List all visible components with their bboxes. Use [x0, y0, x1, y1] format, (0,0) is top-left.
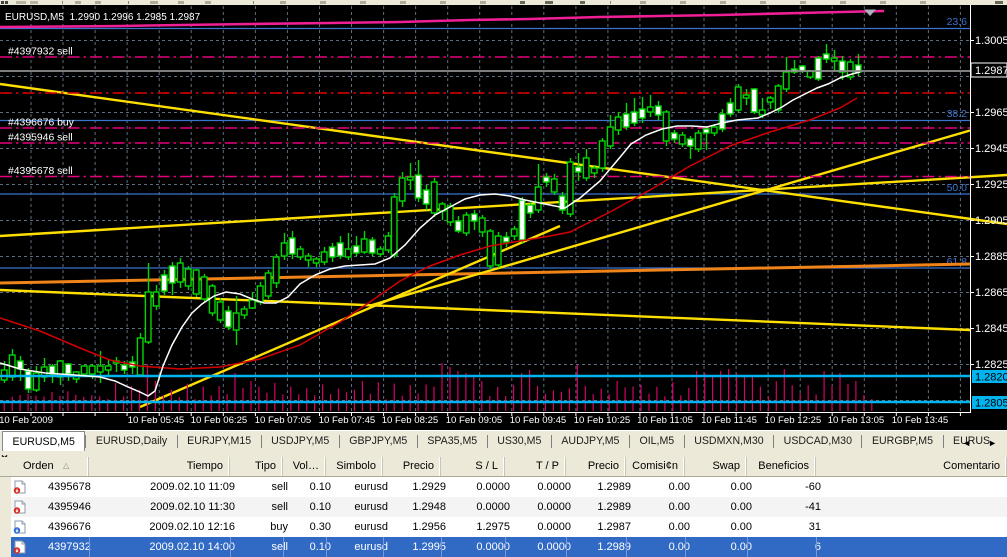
svg-text:1.3005: 1.3005 — [975, 35, 1007, 47]
svg-text:10 Feb 05:45: 10 Feb 05:45 — [128, 415, 185, 426]
svg-text:10 Feb 10:25: 10 Feb 10:25 — [574, 415, 631, 426]
svg-text:#4397932 sell: #4397932 sell — [8, 47, 73, 58]
svg-text:61.8: 61.8 — [947, 256, 968, 268]
svg-text:1.2905: 1.2905 — [975, 215, 1007, 227]
svg-text:10 Feb 11:45: 10 Feb 11:45 — [701, 415, 757, 426]
svg-text:1.2805: 1.2805 — [975, 398, 1007, 410]
svg-text:10 Feb 07:05: 10 Feb 07:05 — [255, 415, 312, 426]
svg-text:EURUSD,M5 1.2990 1.2996 1.298: EURUSD,M5 1.2990 1.2996 1.2985 1.2987 — [5, 12, 201, 23]
svg-text:1.2945: 1.2945 — [975, 143, 1007, 155]
svg-text:50.0: 50.0 — [947, 182, 968, 194]
svg-text:#4395678 sell: #4395678 sell — [8, 166, 73, 177]
svg-text:1.2825: 1.2825 — [975, 359, 1007, 371]
svg-text:10 Feb 12:25: 10 Feb 12:25 — [765, 415, 822, 426]
svg-text:10 Feb 2009: 10 Feb 2009 — [0, 415, 53, 426]
svg-text:10 Feb 06:25: 10 Feb 06:25 — [191, 415, 248, 426]
svg-text:10 Feb 11:05: 10 Feb 11:05 — [637, 415, 693, 426]
svg-text:1.2885: 1.2885 — [975, 251, 1007, 263]
svg-text:1.2865: 1.2865 — [975, 287, 1007, 299]
svg-text:1.2925: 1.2925 — [975, 179, 1007, 191]
svg-text:23.6: 23.6 — [947, 16, 968, 28]
svg-text:38.2: 38.2 — [947, 108, 968, 120]
svg-text:10 Feb 08:25: 10 Feb 08:25 — [382, 415, 439, 426]
svg-text:10 Feb 09:45: 10 Feb 09:45 — [510, 415, 567, 426]
svg-text:1.2965: 1.2965 — [975, 107, 1007, 119]
svg-text:#4396676 buy: #4396676 buy — [8, 118, 75, 129]
svg-text:1.2820: 1.2820 — [975, 372, 1007, 384]
svg-text:10 Feb 07:45: 10 Feb 07:45 — [319, 415, 376, 426]
svg-text:1.2987: 1.2987 — [975, 65, 1007, 77]
svg-text:10 Feb 09:05: 10 Feb 09:05 — [446, 415, 503, 426]
svg-text:10 Feb 13:05: 10 Feb 13:05 — [828, 415, 885, 426]
svg-text:1.2845: 1.2845 — [975, 323, 1007, 335]
svg-text:10 Feb 13:45: 10 Feb 13:45 — [892, 415, 949, 426]
svg-text:#4395946 sell: #4395946 sell — [8, 133, 73, 144]
